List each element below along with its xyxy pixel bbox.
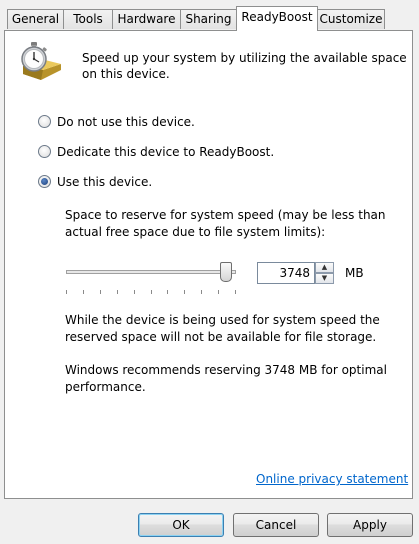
readyboost-stopwatch-icon xyxy=(21,42,61,80)
slider-tick xyxy=(83,290,84,294)
recommendation-line-2: performance. xyxy=(65,380,146,394)
slider-tick xyxy=(66,290,67,294)
slider-tick xyxy=(235,290,236,294)
reserve-space-label: Space to reserve for system speed (may b… xyxy=(65,207,386,241)
spin-down-button[interactable]: ▼ xyxy=(315,273,334,284)
option-do-not-use-radio[interactable] xyxy=(38,115,51,128)
reserve-label-line-2: actual free space due to file system lim… xyxy=(65,225,326,239)
slider-tick xyxy=(218,290,219,294)
reserve-unit-label: MB xyxy=(345,266,364,280)
online-privacy-link[interactable]: Online privacy statement xyxy=(256,472,408,486)
tab-sharing[interactable]: Sharing xyxy=(180,9,237,29)
reserve-size-spinner[interactable]: ▲ ▼ xyxy=(315,262,334,284)
description-line-1: Speed up your system by utilizing the av… xyxy=(82,51,407,65)
slider-tick xyxy=(167,290,168,294)
reserve-label-line-1: Space to reserve for system speed (may b… xyxy=(65,208,386,222)
tab-readyboost[interactable]: ReadyBoost xyxy=(236,6,318,31)
description-line-2: on this device. xyxy=(82,67,170,81)
slider-thumb[interactable] xyxy=(220,262,232,282)
tab-tools[interactable]: Tools xyxy=(63,9,113,29)
apply-button[interactable]: Apply xyxy=(327,513,413,537)
slider-tick xyxy=(117,290,118,294)
option-dedicate-label: Dedicate this device to ReadyBoost. xyxy=(57,145,275,159)
ok-button[interactable]: OK xyxy=(138,513,224,537)
slider-track[interactable] xyxy=(66,270,236,274)
option-dedicate-radio[interactable] xyxy=(38,145,51,158)
readyboost-panel xyxy=(4,30,413,499)
tab-general[interactable]: General xyxy=(7,9,64,29)
slider-tick xyxy=(184,290,185,294)
slider-tick xyxy=(151,290,152,294)
recommendation-line-1: Windows recommends reserving 3748 MB for… xyxy=(65,363,387,377)
usage-note-line-2: reserved space will not be available for… xyxy=(65,330,377,344)
usage-note: While the device is being used for syste… xyxy=(65,312,380,346)
option-use-device-radio[interactable] xyxy=(38,175,51,188)
recommendation-note: Windows recommends reserving 3748 MB for… xyxy=(65,362,387,396)
cancel-button[interactable]: Cancel xyxy=(233,513,319,537)
readyboost-description: Speed up your system by utilizing the av… xyxy=(82,50,407,82)
tab-customize[interactable]: Customize xyxy=(317,9,385,29)
spin-up-button[interactable]: ▲ xyxy=(315,262,334,273)
slider-tick xyxy=(201,290,202,294)
reserve-size-input[interactable]: 3748 xyxy=(257,262,315,284)
radio-selected-dot xyxy=(41,178,48,185)
option-use-device-label: Use this device. xyxy=(57,175,153,189)
tab-hardware[interactable]: Hardware xyxy=(112,9,181,29)
slider-tick xyxy=(134,290,135,294)
option-do-not-use-label: Do not use this device. xyxy=(57,115,195,129)
slider-tick xyxy=(100,290,101,294)
usage-note-line-1: While the device is being used for syste… xyxy=(65,313,380,327)
tab-strip: General Tools Hardware Sharing ReadyBoos… xyxy=(0,0,419,31)
